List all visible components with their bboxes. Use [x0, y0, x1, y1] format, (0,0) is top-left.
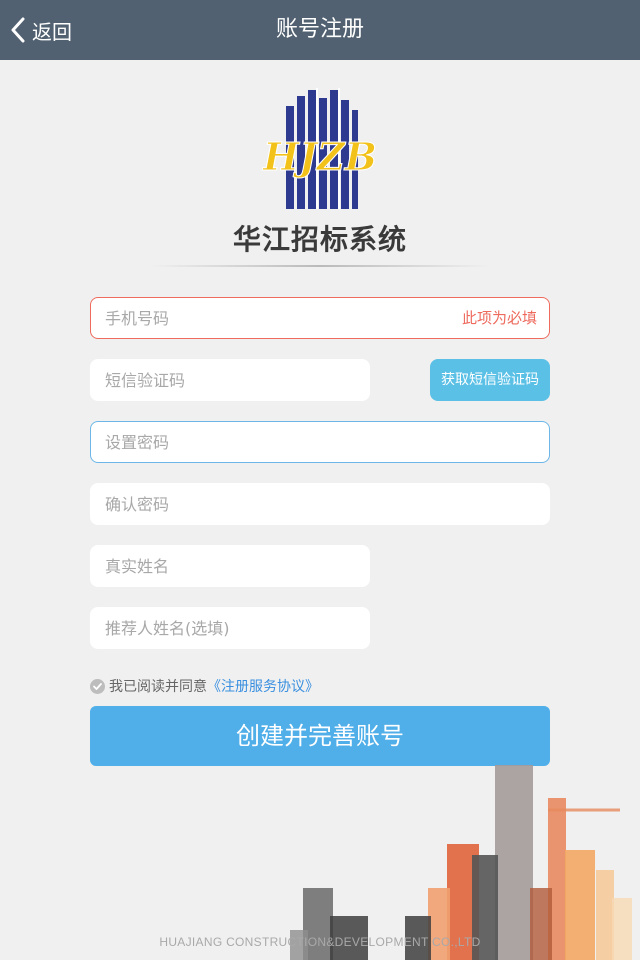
- company-footer: HUAJIANG CONSTRUCTION&DEVELOPMENT CO.,LT…: [159, 935, 481, 949]
- check-circle-icon: [93, 682, 102, 690]
- password-field: [90, 421, 550, 463]
- confirm-password-field: [90, 483, 550, 525]
- get-sms-code-button[interactable]: 获取短信验证码: [430, 359, 550, 401]
- top-bar: 返回 账号注册: [0, 0, 640, 60]
- phone-field: 此项为必填: [90, 297, 550, 339]
- city-skyline-illustration: [290, 765, 632, 960]
- svg-text:HJZB: HJZB: [262, 134, 377, 179]
- referrer-input[interactable]: [91, 608, 369, 648]
- referrer-field: [90, 607, 370, 649]
- agreement-link[interactable]: 《注册服务协议》: [207, 676, 319, 696]
- agreement-text: 我已阅读并同意: [109, 679, 207, 695]
- back-label: 返回: [32, 19, 72, 44]
- chevron-left-icon: [11, 17, 25, 43]
- page-title: 账号注册: [275, 17, 364, 42]
- back-button[interactable]: 返回: [10, 10, 72, 50]
- sms-code-field: [90, 359, 370, 401]
- agreement-checkbox[interactable]: [90, 678, 105, 694]
- brand-name: 华江招标系统: [232, 223, 407, 256]
- password-input[interactable]: [91, 422, 549, 462]
- confirm-password-input[interactable]: [91, 484, 549, 524]
- real-name-field: [90, 545, 370, 587]
- divider: [150, 265, 490, 267]
- agreement-row: 我已阅读并同意 《注册服务协议》: [90, 676, 319, 696]
- phone-error-text: 此项为必填: [461, 309, 537, 327]
- create-account-button[interactable]: 创建并完善账号: [90, 706, 550, 766]
- sms-code-input[interactable]: [91, 360, 369, 400]
- building-logo-icon: HJZB: [262, 88, 377, 209]
- real-name-input[interactable]: [91, 546, 369, 586]
